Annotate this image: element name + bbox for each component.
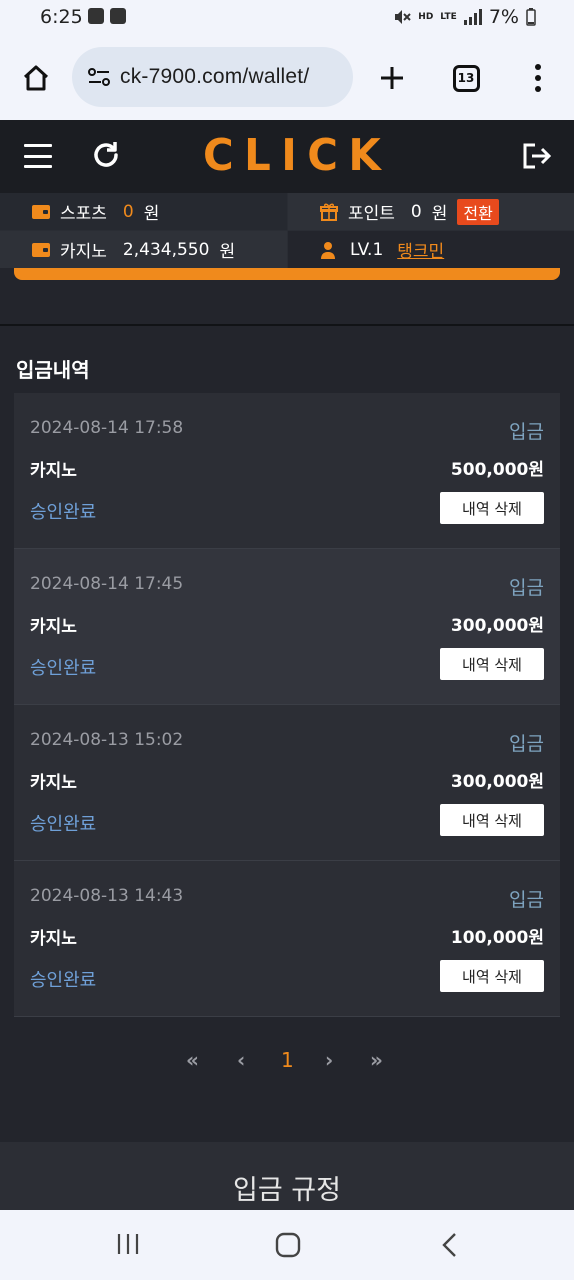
back-nav-icon[interactable] xyxy=(440,1232,458,1258)
point-balance: 포인트 0 원 전환 xyxy=(288,193,574,230)
casino-unit: 원 xyxy=(219,242,236,262)
history-date: 2024-08-13 14:43 xyxy=(30,886,184,906)
history-amount: 300,000원 xyxy=(450,772,544,792)
history-game: 카지노 xyxy=(30,617,77,637)
history-date: 2024-08-14 17:58 xyxy=(30,418,184,438)
recent-apps-icon[interactable] xyxy=(116,1232,140,1256)
battery-icon xyxy=(526,8,536,26)
history-game: 카지노 xyxy=(30,773,77,793)
history-status: 승인완료 xyxy=(30,502,97,523)
lte-icon: LTE xyxy=(440,11,457,22)
point-unit: 원 xyxy=(431,204,448,224)
site-logo[interactable]: CLICK xyxy=(203,133,391,179)
user-info: LV.1 탱크민 xyxy=(288,231,574,268)
deposit-rules-section: 입금 규정 xyxy=(0,1142,574,1212)
sports-label: 스포츠 xyxy=(60,204,107,224)
wallet-icon xyxy=(32,242,50,257)
history-game: 카지노 xyxy=(30,461,77,481)
mute-icon xyxy=(395,10,411,24)
home-icon[interactable] xyxy=(16,58,56,98)
page-title: 입금내역 xyxy=(16,358,90,382)
next-page-button[interactable]: › xyxy=(325,1048,333,1072)
history-status: 승인완료 xyxy=(30,658,97,679)
hd-voice-icon: HD xyxy=(418,11,434,22)
system-nav-bar xyxy=(0,1210,574,1280)
point-label: 포인트 xyxy=(348,204,395,224)
history-type: 입금 xyxy=(509,577,544,599)
system-icons: HD LTE 7% xyxy=(393,6,536,28)
gallery-icon xyxy=(88,8,104,24)
user-level: LV.1 xyxy=(350,239,384,260)
home-nav-icon[interactable] xyxy=(275,1232,301,1258)
user-icon xyxy=(321,241,335,259)
delete-history-button[interactable]: 내역 삭제 xyxy=(440,492,544,524)
pagination: « ‹ 1 › » xyxy=(0,1048,574,1078)
section-divider xyxy=(0,324,574,326)
history-item: 2024-08-14 17:58 입금 카지노 500,000원 승인완료 내역… xyxy=(14,393,560,549)
wallet-icon xyxy=(32,204,50,219)
menu-icon[interactable] xyxy=(24,144,52,168)
accent-strip xyxy=(14,268,560,280)
new-tab-icon[interactable] xyxy=(372,58,412,98)
gift-icon xyxy=(320,202,338,221)
prev-page-button[interactable]: ‹ xyxy=(237,1048,245,1072)
history-date: 2024-08-14 17:45 xyxy=(30,574,184,594)
deposit-history-list: 2024-08-14 17:58 입금 카지노 500,000원 승인완료 내역… xyxy=(14,393,560,1017)
app-b-icon xyxy=(110,8,126,24)
tab-switcher-button[interactable]: 13 xyxy=(446,58,486,98)
history-item: 2024-08-14 17:45 입금 카지노 300,000원 승인완료 내역… xyxy=(14,549,560,705)
site-settings-icon[interactable] xyxy=(86,64,112,90)
casino-value: 2,434,550 xyxy=(122,239,210,260)
signal-icon xyxy=(463,9,482,25)
sports-balance: 스포츠 0 원 xyxy=(0,193,287,230)
clock: 6:25 xyxy=(40,6,83,28)
refresh-icon[interactable] xyxy=(91,140,121,170)
battery-text: 7% xyxy=(488,6,519,28)
logout-icon[interactable] xyxy=(522,142,552,170)
current-page[interactable]: 1 xyxy=(281,1048,294,1072)
history-game: 카지노 xyxy=(30,929,77,949)
casino-balance: 카지노 2,434,550 원 xyxy=(0,231,287,268)
history-type: 입금 xyxy=(509,889,544,911)
history-type: 입금 xyxy=(509,421,544,443)
point-value: 0 xyxy=(410,201,422,222)
last-page-button[interactable]: » xyxy=(370,1048,383,1072)
status-bar: 6:25 HD LTE 7% xyxy=(0,0,574,36)
notification-icons xyxy=(88,8,126,24)
history-status: 승인완료 xyxy=(30,814,97,835)
history-status: 승인완료 xyxy=(30,970,97,991)
sports-unit: 원 xyxy=(143,204,160,224)
history-date: 2024-08-13 15:02 xyxy=(30,730,184,750)
history-item: 2024-08-13 14:43 입금 카지노 100,000원 승인완료 내역… xyxy=(14,861,560,1017)
sports-value: 0 xyxy=(122,201,134,222)
rules-title: 입금 규정 xyxy=(233,1175,341,1206)
convert-button[interactable]: 전환 xyxy=(457,198,499,225)
delete-history-button[interactable]: 내역 삭제 xyxy=(440,960,544,992)
url-text: ck-7900.com/wallet/ xyxy=(120,65,310,88)
history-type: 입금 xyxy=(509,733,544,755)
casino-label: 카지노 xyxy=(60,242,107,262)
delete-history-button[interactable]: 내역 삭제 xyxy=(440,648,544,680)
history-item: 2024-08-13 15:02 입금 카지노 300,000원 승인완료 내역… xyxy=(14,705,560,861)
history-amount: 300,000원 xyxy=(450,616,544,636)
browser-toolbar: ck-7900.com/wallet/ 13 xyxy=(0,36,574,120)
history-amount: 500,000원 xyxy=(450,460,544,480)
site-header: CLICK xyxy=(0,120,574,193)
address-bar[interactable]: ck-7900.com/wallet/ xyxy=(72,47,353,107)
nickname-link[interactable]: 탱크민 xyxy=(397,237,444,262)
balance-panel: 스포츠 0 원 포인트 0 원 전환 카지노 2,434,550 원 LV.1 … xyxy=(0,193,574,268)
delete-history-button[interactable]: 내역 삭제 xyxy=(440,804,544,836)
history-amount: 100,000원 xyxy=(450,928,544,948)
first-page-button[interactable]: « xyxy=(186,1048,199,1072)
tab-count: 13 xyxy=(452,64,480,92)
more-menu-icon[interactable] xyxy=(518,58,558,98)
